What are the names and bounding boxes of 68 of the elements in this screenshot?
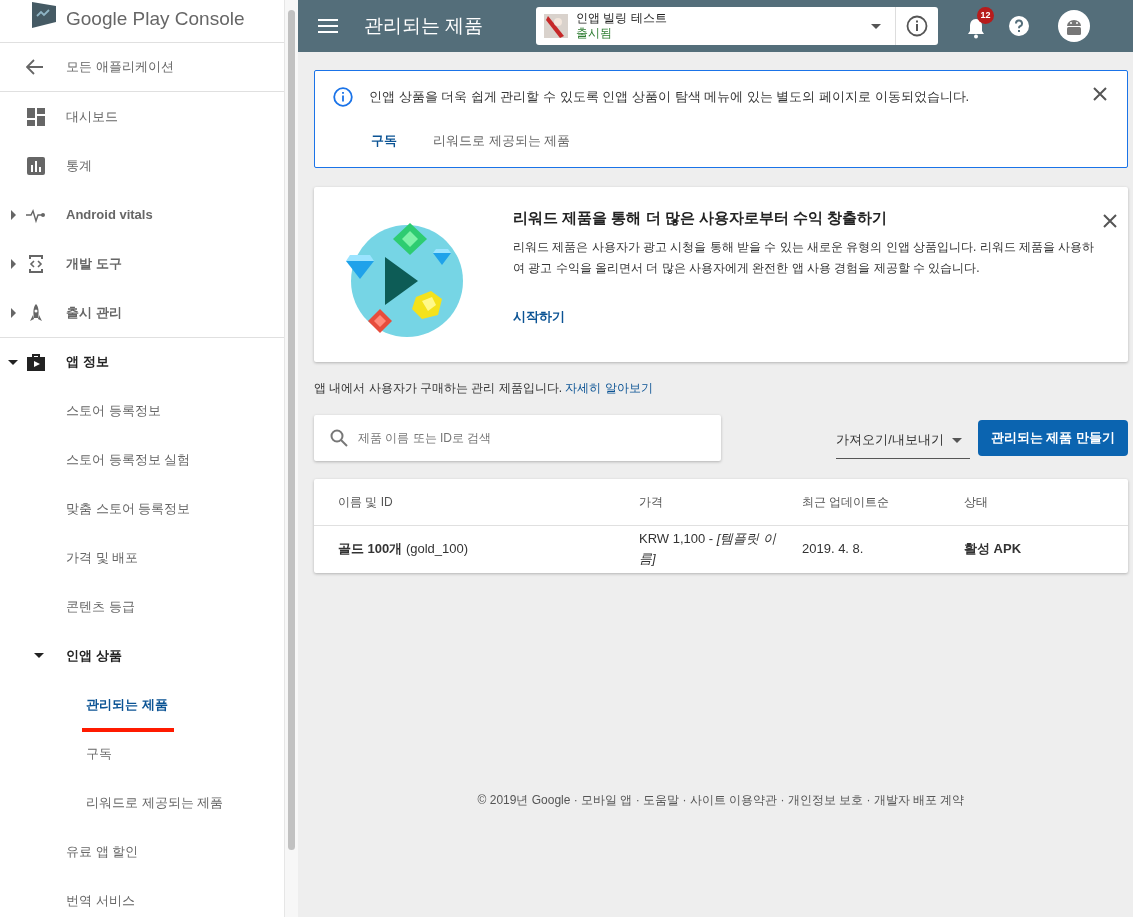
caret-icon — [871, 23, 881, 29]
sidebar-item[interactable]: 유료 앱 할인 — [0, 827, 284, 876]
sidebar-item[interactable]: 인앱 상품 — [0, 631, 284, 680]
code-icon — [26, 253, 46, 274]
footer-text: © 2019년 Google · 모바일 앱 · 도움말 · 사이트 이용약관 · 개인정보 보호 · 개발자 배포 계약 — [477, 792, 965, 807]
promo-description: 리워드 제품은 사용자가 광고 시청을 통해 받을 수 있는 새로운 유형의 인앱 상품입니다. 리워드 제품을 사용하여 광고 수익을 올리면서 더 많은 사용자에게 완전한 앱 사용 경험을 제공할 수 있습니다. — [513, 239, 1096, 277]
sidebar-item[interactable]: 콘텐츠 등급 — [0, 582, 284, 631]
shopping-bag-icon — [26, 352, 46, 372]
sidebar-item[interactable]: 출시 관리 — [0, 288, 284, 337]
intro-text: 앱 내에서 사용자가 구매하는 관리 제품입니다. 자세히 알아보기 — [314, 380, 653, 395]
search-icon — [330, 428, 348, 447]
column-header[interactable]: 가격 — [639, 494, 663, 509]
promo-title: 리워드 제품을 통해 더 많은 사용자로부터 수익 창출하기 — [513, 207, 889, 228]
notice-link[interactable]: 구독 — [371, 131, 397, 151]
import-export-dropdown[interactable]: 가져오기/내보내기 — [836, 422, 970, 459]
expand-caret-icon[interactable] — [10, 209, 16, 220]
table-cell-text: KRW 1,100 - [템플릿 이름] — [639, 530, 778, 568]
notice-text: 인앱 상품을 더욱 쉽게 관리할 수 있도록 인앱 상품이 탐색 메뉴에 있는 별도의 페이지로 이동되었습니다. — [369, 88, 971, 106]
bar-chart-icon — [26, 155, 46, 176]
logo-icon — [30, 2, 56, 28]
close-icon[interactable] — [1093, 87, 1107, 101]
avatar-icon[interactable] — [1058, 10, 1090, 42]
app-icon — [544, 14, 568, 38]
notification-bell-icon[interactable] — [966, 17, 986, 39]
menu-icon[interactable] — [318, 18, 338, 34]
notice-link[interactable]: 리워드로 제공되는 제품 — [433, 131, 571, 151]
logo-text: Google Play Console — [66, 9, 245, 28]
sidebar-item[interactable]: 번역 서비스 — [0, 876, 284, 917]
dashboard-icon — [26, 106, 46, 127]
collapse-caret-icon[interactable] — [34, 653, 44, 658]
expand-caret-icon[interactable] — [10, 307, 16, 318]
page-title: 관리되는 제품 — [364, 13, 485, 38]
table-cell: 활성 APK — [964, 541, 1022, 557]
app-name: 인앱 빌링 테스트 — [576, 11, 668, 26]
sidebar-item[interactable]: 관리되는 제품 — [0, 680, 284, 729]
app-selector[interactable]: 인앱 빌링 테스트 출시됨 — [536, 7, 938, 45]
expand-caret-icon[interactable] — [10, 258, 16, 269]
notification-count: 12 — [977, 7, 994, 24]
column-header[interactable]: 이름 및 ID — [338, 494, 393, 509]
create-product-button[interactable]: 관리되는 제품 만들기 — [977, 419, 1128, 456]
sidebar-item[interactable]: 통계 — [0, 141, 284, 190]
help-icon[interactable] — [1008, 15, 1030, 37]
sidebar-item[interactable]: 맞춤 스토어 등록정보 — [0, 484, 284, 533]
close-icon[interactable] — [1103, 213, 1117, 228]
table-cell: 골드 100개 (gold_100) — [338, 541, 469, 557]
info-icon — [333, 87, 353, 107]
sidebar-item[interactable]: 앱 정보 — [0, 337, 284, 386]
column-header[interactable]: 상태 — [964, 494, 988, 509]
table-cell: 2019. 4. 8. — [802, 541, 864, 557]
app-status: 출시됨 — [576, 26, 613, 41]
sidebar-item[interactable]: 스토어 등록정보 — [0, 386, 284, 435]
sidebar-item[interactable]: 개발 도구 — [0, 239, 284, 288]
column-header[interactable]: 최근 업데이트순 — [802, 494, 890, 509]
get-started-link[interactable]: 시작하기 — [513, 307, 565, 327]
caret-icon — [951, 437, 962, 443]
sidebar-item[interactable]: 가격 및 배포 — [0, 533, 284, 582]
sidebar-item[interactable]: 대시보드 — [0, 92, 284, 141]
learn-more-link[interactable]: 자세히 알아보기 — [565, 380, 653, 395]
sidebar-item[interactable]: Android vitals — [0, 190, 284, 239]
search-input[interactable]: 제품 이름 또는 ID로 검색 — [356, 427, 705, 448]
sidebar-item[interactable]: 리워드로 제공되는 제품 — [0, 778, 284, 827]
sidebar-item[interactable]: 스토어 등록정보 실험 — [0, 435, 284, 484]
collapse-caret-icon[interactable] — [8, 359, 18, 365]
info-icon[interactable] — [906, 15, 928, 37]
search-field[interactable]: 제품 이름 또는 ID로 검색 — [314, 414, 721, 461]
back-arrow-icon — [26, 59, 44, 75]
sidebar-item[interactable]: 구독 — [0, 729, 284, 778]
scrollbar-thumb[interactable] — [288, 10, 295, 850]
